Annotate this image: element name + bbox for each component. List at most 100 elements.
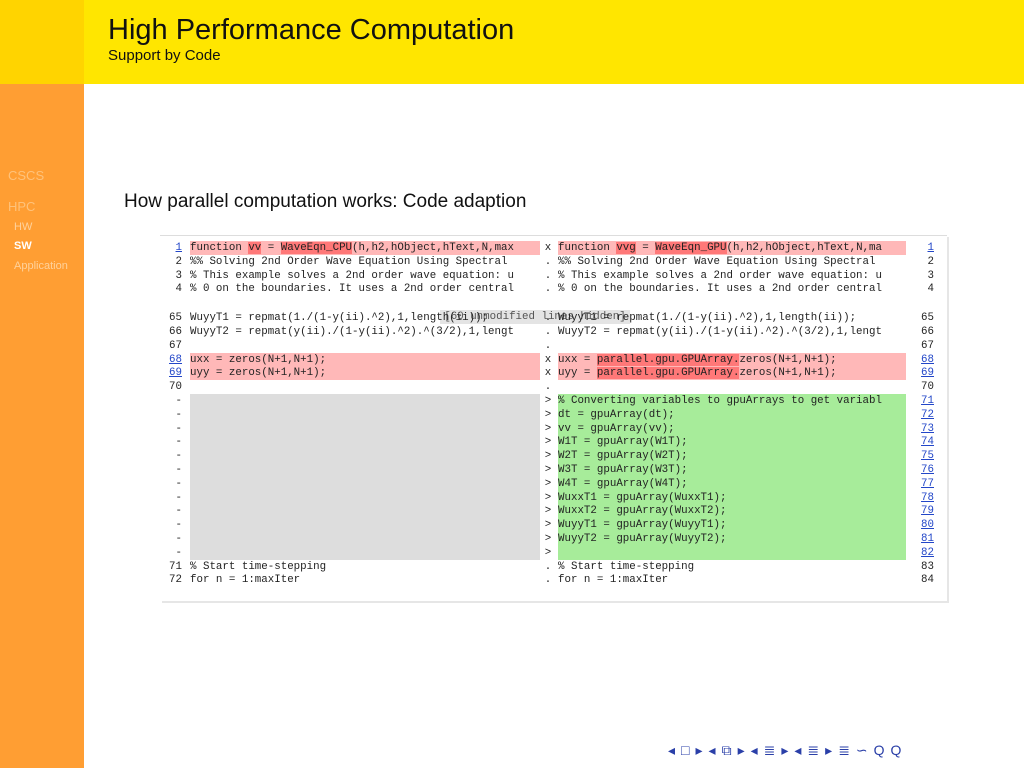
right-code: W4T = gpuArray(W4T); bbox=[558, 476, 906, 491]
right-line-number: 70 bbox=[921, 381, 934, 394]
nav-control-5[interactable]: ▸ bbox=[738, 742, 745, 758]
left-code bbox=[190, 545, 540, 560]
left-code: uyy = zeros(N+1,N+1); bbox=[190, 366, 540, 381]
diff-marker: . bbox=[544, 381, 552, 394]
nav-control-7[interactable]: ≣ bbox=[764, 742, 776, 758]
diff-marker: . bbox=[544, 312, 552, 325]
left-code bbox=[190, 532, 540, 546]
nav-control-10[interactable]: ≣ bbox=[807, 742, 819, 758]
right-line-number[interactable]: 72 bbox=[912, 408, 934, 422]
right-line-number[interactable]: 75 bbox=[912, 449, 934, 463]
changed-token: WaveEqn_GPU bbox=[655, 242, 727, 254]
left-code bbox=[190, 476, 540, 491]
right-line-number[interactable]: 80 bbox=[912, 518, 934, 532]
nav-control-13[interactable]: ∽ bbox=[856, 742, 868, 758]
nav-control-1[interactable]: □ bbox=[681, 742, 689, 758]
left-code bbox=[190, 435, 540, 450]
nav-subsection-hw[interactable]: HW bbox=[14, 221, 32, 233]
diff-marker: . bbox=[544, 269, 552, 282]
left-code: % This example solves a 2nd order wave e… bbox=[190, 269, 514, 282]
left-code: % Start time-stepping bbox=[190, 560, 327, 573]
right-line-number[interactable]: 77 bbox=[912, 477, 934, 491]
right-line-number: 2 bbox=[927, 255, 934, 268]
right-code: for n = 1:maxIter bbox=[558, 574, 669, 587]
diff-marker: . bbox=[544, 326, 552, 338]
changed-token: parallel.gpu.GPUArray. bbox=[596, 367, 740, 380]
left-line-number: - bbox=[175, 395, 182, 407]
left-code: uxx = zeros(N+1,N+1); bbox=[190, 352, 540, 367]
diff-row: - > % Converting variables to gpuArrays to… bbox=[160, 394, 947, 408]
nav-control-0[interactable]: ◂ bbox=[668, 742, 675, 758]
diff-row: - > WuxxT2 = gpuArray(WuxxT2); 79 bbox=[160, 504, 947, 519]
left-line-number: 4 bbox=[175, 283, 182, 296]
nav-control-2[interactable]: ▸ bbox=[696, 742, 703, 758]
right-code: W3T = gpuArray(W3T); bbox=[558, 463, 906, 477]
diff-marker: x bbox=[544, 242, 552, 254]
nav-control-8[interactable]: ▸ bbox=[781, 742, 788, 758]
left-line-number: 72 bbox=[169, 574, 182, 587]
left-line-number[interactable]: 1 bbox=[160, 241, 182, 255]
left-line-number: 66 bbox=[169, 326, 182, 338]
right-line-number[interactable]: 74 bbox=[912, 435, 934, 449]
left-line-number: - bbox=[175, 546, 182, 559]
left-line-number: - bbox=[175, 505, 182, 518]
left-line-number[interactable]: 69 bbox=[160, 366, 182, 380]
right-line-number[interactable]: 1 bbox=[912, 241, 934, 255]
nav-section-cscs[interactable]: CSCS bbox=[8, 168, 44, 183]
right-line-number[interactable]: 81 bbox=[912, 532, 934, 546]
diff-marker: > bbox=[544, 436, 552, 449]
diff-row: - > WuyyT2 = gpuArray(WuyyT2); 81 bbox=[160, 532, 947, 546]
left-code bbox=[190, 394, 540, 408]
left-line-number: - bbox=[175, 422, 182, 435]
slide-subtitle: Support by Code bbox=[108, 47, 221, 64]
left-line-number: - bbox=[175, 436, 182, 449]
sidebar-corner bbox=[0, 0, 84, 84]
right-line-number[interactable]: 78 bbox=[912, 491, 934, 505]
right-code: dt = gpuArray(dt); bbox=[558, 407, 906, 422]
diff-row: 2 %% Solving 2nd Order Wave Equation Usin… bbox=[160, 255, 947, 269]
left-code: % 0 on the boundaries. It uses a 2nd ord… bbox=[190, 283, 514, 296]
diff-marker: > bbox=[544, 533, 552, 545]
diff-marker: > bbox=[544, 505, 552, 518]
nav-control-14[interactable]: Q bbox=[874, 742, 885, 758]
nav-subsection-sw[interactable]: SW bbox=[14, 240, 32, 252]
right-code: % Converting variables to gpuArrays to g… bbox=[558, 394, 906, 408]
diff-row: 69 uyy = zeros(N+1,N+1); x uyy = parallel.g… bbox=[160, 366, 947, 381]
header-bar: High Performance Computation Support by … bbox=[84, 0, 1024, 84]
nav-control-9[interactable]: ◂ bbox=[794, 742, 801, 758]
nav-subsection-application[interactable]: Application bbox=[14, 260, 68, 272]
diff-marker: . bbox=[544, 560, 552, 573]
right-line-number[interactable]: 73 bbox=[912, 422, 934, 436]
right-code: % Start time-stepping bbox=[558, 560, 695, 573]
right-code: % This example solves a 2nd order wave e… bbox=[558, 269, 882, 282]
right-line-number[interactable]: 69 bbox=[912, 366, 934, 380]
left-code bbox=[190, 421, 540, 436]
diff-row: 71 % Start time-stepping. % Start time-ste… bbox=[160, 560, 947, 574]
nav-control-11[interactable]: ▸ bbox=[825, 742, 832, 758]
left-code: function vv = WaveEqn_CPU(h,h2,hObject,h… bbox=[190, 241, 540, 255]
right-line-number[interactable]: 79 bbox=[912, 504, 934, 518]
left-line-number: 3 bbox=[175, 269, 182, 282]
left-line-number: - bbox=[175, 533, 182, 545]
nav-control-15[interactable]: Q bbox=[891, 742, 902, 758]
right-line-number[interactable]: 82 bbox=[912, 546, 934, 560]
diff-row: - > WuyyT1 = gpuArray(WuyyT1); 80 bbox=[160, 518, 947, 533]
right-line-number[interactable]: 71 bbox=[912, 394, 934, 408]
nav-section-hpc[interactable]: HPC bbox=[8, 199, 35, 214]
nav-control-4[interactable]: ⧉ bbox=[722, 742, 732, 758]
nav-control-6[interactable]: ◂ bbox=[751, 742, 758, 758]
right-line-number[interactable]: 76 bbox=[912, 463, 934, 477]
diff-row: 68 uxx = zeros(N+1,N+1); x uxx = parallel.g… bbox=[160, 352, 947, 367]
diff-marker: x bbox=[544, 367, 552, 380]
right-line-number: 83 bbox=[921, 560, 934, 573]
diff-marker: > bbox=[544, 546, 552, 559]
nav-control-3[interactable]: ◂ bbox=[709, 742, 716, 758]
left-code bbox=[190, 407, 540, 422]
right-line-number[interactable]: 68 bbox=[912, 353, 934, 367]
nav-control-12[interactable]: ≣ bbox=[838, 742, 850, 758]
left-line-number[interactable]: 68 bbox=[160, 353, 182, 367]
diff-row: 4 % 0 on the boundaries. It uses a 2nd or… bbox=[160, 282, 947, 296]
left-line-number: - bbox=[175, 450, 182, 463]
diff-row: - > vv = gpuArray(vv); 73 bbox=[160, 421, 947, 436]
left-code bbox=[190, 504, 540, 519]
